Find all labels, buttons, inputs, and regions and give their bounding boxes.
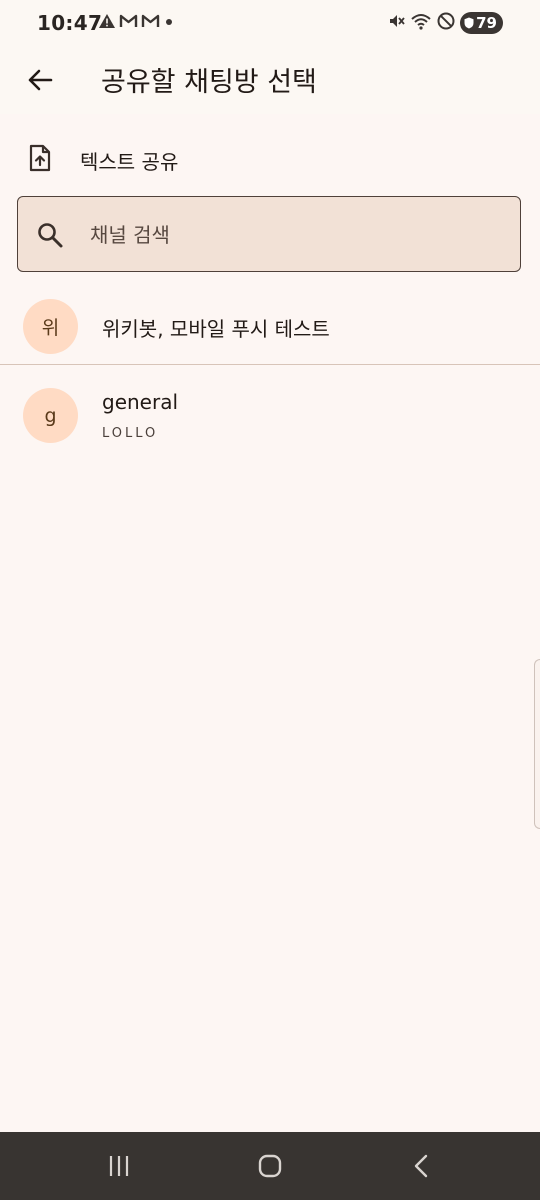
status-bar: 10:47 79 bbox=[0, 0, 540, 46]
navigation-bar bbox=[0, 1132, 540, 1200]
notification-icons bbox=[98, 13, 175, 29]
wifi-icon bbox=[410, 12, 432, 34]
recent-apps-icon bbox=[109, 1156, 129, 1176]
back-nav-button[interactable] bbox=[398, 1146, 446, 1186]
scroll-handle[interactable] bbox=[534, 659, 540, 829]
channel-search-box[interactable] bbox=[17, 196, 521, 272]
page-title: 공유할 채팅방 선택 bbox=[101, 67, 317, 98]
arrow-back-icon bbox=[28, 69, 53, 91]
channel-subtitle: LOLLO bbox=[102, 426, 159, 441]
system-status-icons: 79 bbox=[388, 11, 503, 35]
share-text-label: 텍스트 공유 bbox=[80, 150, 179, 174]
dnd-icon bbox=[436, 11, 456, 35]
home-icon bbox=[258, 1154, 282, 1178]
channel-name: general bbox=[102, 390, 179, 414]
app-bar: 공유할 채팅방 선택 bbox=[0, 46, 540, 114]
back-button[interactable] bbox=[16, 56, 64, 104]
search-icon bbox=[38, 223, 63, 248]
dot-icon bbox=[163, 13, 175, 29]
share-text-row[interactable]: 텍스트 공유 bbox=[0, 132, 540, 182]
mute-icon bbox=[388, 12, 406, 34]
warning-icon bbox=[98, 13, 116, 29]
avatar: 위 bbox=[23, 299, 78, 354]
share-target-content: 텍스트 공유 위 위키봇, 모바일 푸시 테스트 g general LOLLO bbox=[0, 114, 540, 1132]
status-time: 10:47 bbox=[37, 11, 103, 35]
battery-level: 79 bbox=[476, 14, 497, 32]
avatar: g bbox=[23, 388, 78, 443]
channel-name: 위키봇, 모바일 푸시 테스트 bbox=[102, 317, 330, 341]
battery-icon: 79 bbox=[460, 12, 503, 34]
channel-item[interactable]: 위 위키봇, 모바일 푸시 테스트 bbox=[0, 290, 540, 364]
gmail-icon bbox=[119, 13, 138, 29]
recent-apps-button[interactable] bbox=[95, 1146, 143, 1186]
home-button[interactable] bbox=[246, 1146, 294, 1186]
search-input[interactable] bbox=[88, 215, 492, 255]
chevron-left-icon bbox=[414, 1154, 428, 1178]
channel-item[interactable]: g general LOLLO bbox=[0, 365, 540, 475]
gmail-icon bbox=[141, 13, 160, 29]
file-upload-icon bbox=[29, 144, 51, 172]
shield-icon bbox=[464, 17, 474, 29]
